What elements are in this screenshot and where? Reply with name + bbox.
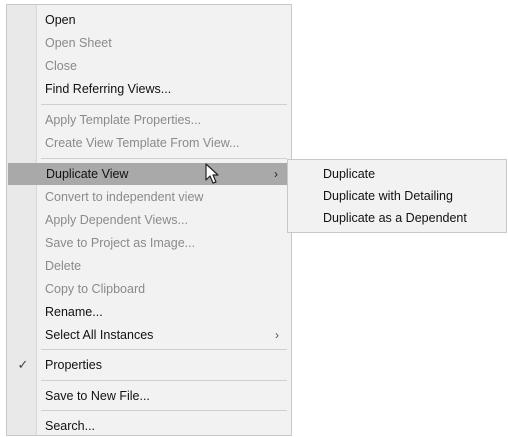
submenu-item-label: Duplicate with Detailing bbox=[323, 189, 453, 203]
menu-item-label: Copy to Clipboard bbox=[45, 282, 146, 296]
menu-separator bbox=[41, 104, 287, 105]
submenu-item-duplicate[interactable]: Duplicate bbox=[288, 163, 506, 185]
menu-item-copy-to-clipboard: Copy to Clipboard bbox=[7, 278, 291, 300]
duplicate-view-submenu: Duplicate Duplicate with Detailing Dupli… bbox=[287, 159, 507, 233]
menu-item-label: Close bbox=[45, 59, 77, 73]
submenu-item-duplicate-as-dependent[interactable]: Duplicate as a Dependent bbox=[288, 207, 506, 229]
menu-item-label: Convert to independent view bbox=[45, 190, 204, 204]
menu-item-label: Rename... bbox=[45, 305, 103, 319]
menu-item-label: Properties bbox=[45, 358, 102, 372]
menu-separator bbox=[41, 349, 287, 350]
menu-item-label: Open bbox=[45, 13, 76, 27]
menu-item-apply-template-properties: Apply Template Properties... bbox=[7, 109, 291, 131]
menu-item-search[interactable]: Search... bbox=[7, 415, 291, 437]
menu-item-label: Search... bbox=[45, 419, 96, 433]
menu-separator bbox=[41, 410, 287, 411]
context-menu: Open Open Sheet Close Find Referring Vie… bbox=[6, 4, 292, 436]
menu-item-apply-dependent-views: Apply Dependent Views... bbox=[7, 209, 291, 231]
menu-item-label: Delete bbox=[45, 259, 82, 273]
chevron-right-icon: › bbox=[275, 328, 279, 342]
menu-item-label: Save to Project as Image... bbox=[45, 236, 196, 250]
menu-item-label: Select All Instances bbox=[45, 328, 154, 342]
menu-item-select-all-instances[interactable]: Select All Instances › bbox=[7, 324, 291, 346]
menu-item-label: Apply Template Properties... bbox=[45, 113, 202, 127]
menu-item-create-view-template: Create View Template From View... bbox=[7, 132, 291, 154]
menu-separator bbox=[41, 158, 287, 159]
menu-item-open-sheet: Open Sheet bbox=[7, 32, 291, 54]
menu-item-save-to-new-file[interactable]: Save to New File... bbox=[7, 385, 291, 407]
menu-item-label: Duplicate View bbox=[46, 167, 129, 181]
menu-item-label: Create View Template From View... bbox=[45, 136, 240, 150]
menu-item-label: Apply Dependent Views... bbox=[45, 213, 188, 227]
submenu-item-duplicate-with-detailing[interactable]: Duplicate with Detailing bbox=[288, 185, 506, 207]
menu-item-duplicate-view[interactable]: Duplicate View › bbox=[8, 163, 290, 185]
menu-item-find-referring-views[interactable]: Find Referring Views... bbox=[7, 78, 291, 100]
menu-separator bbox=[41, 380, 287, 381]
menu-item-label: Open Sheet bbox=[45, 36, 112, 50]
menu-item-properties[interactable]: ✓ Properties bbox=[7, 354, 291, 376]
menu-item-rename[interactable]: Rename... bbox=[7, 301, 291, 323]
menu-item-delete: Delete bbox=[7, 255, 291, 277]
menu-item-label: Find Referring Views... bbox=[45, 82, 172, 96]
checkmark-icon: ✓ bbox=[17, 357, 29, 372]
menu-item-open[interactable]: Open bbox=[7, 9, 291, 31]
mouse-pointer-icon bbox=[205, 163, 219, 184]
screenshot-canvas: Open Open Sheet Close Find Referring Vie… bbox=[0, 0, 508, 437]
chevron-right-icon: › bbox=[274, 167, 278, 181]
menu-item-label: Save to New File... bbox=[45, 389, 150, 403]
menu-item-close: Close bbox=[7, 55, 291, 77]
menu-item-convert-to-independent-view: Convert to independent view bbox=[7, 186, 291, 208]
submenu-item-label: Duplicate bbox=[323, 167, 376, 181]
menu-item-save-to-project-as-image: Save to Project as Image... bbox=[7, 232, 291, 254]
submenu-item-label: Duplicate as a Dependent bbox=[323, 211, 467, 225]
